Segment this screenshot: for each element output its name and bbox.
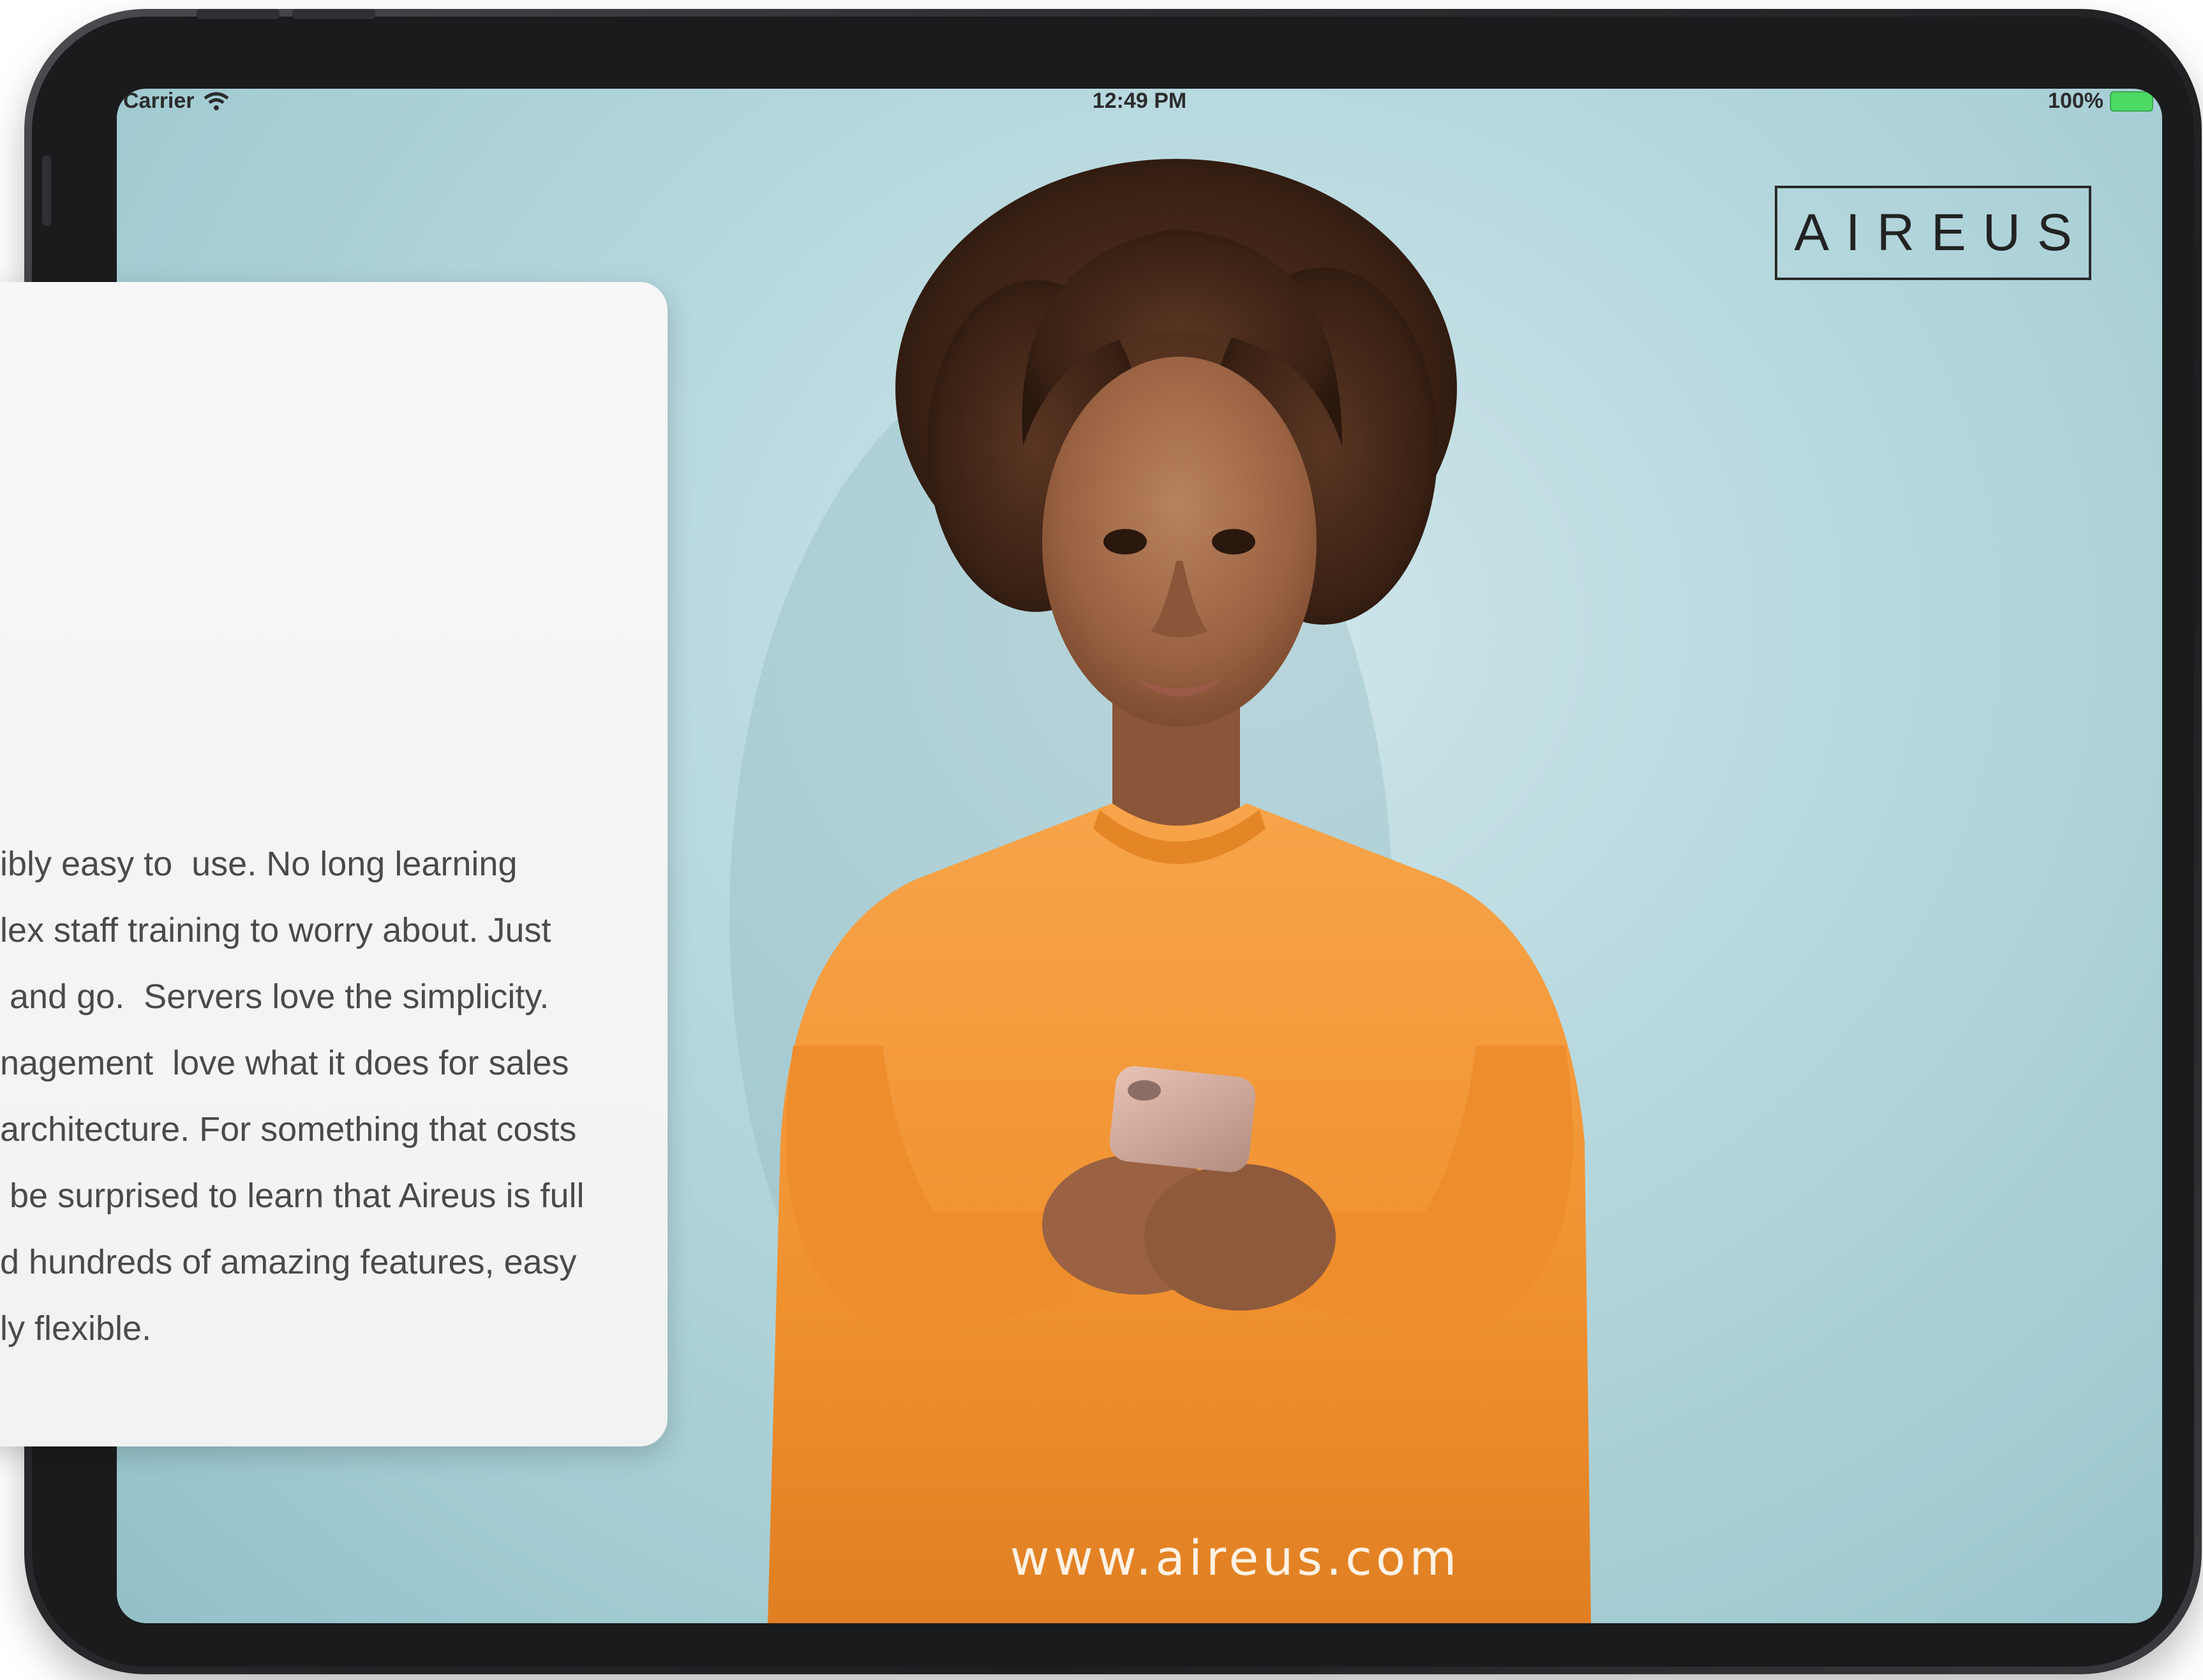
card-line: ibly easy to use. No long learning <box>0 845 518 883</box>
card-line: d hundreds of amazing features, easy <box>0 1243 577 1281</box>
info-card: ibly easy to use. No long learning lex s… <box>0 282 668 1446</box>
card-line: be surprised to learn that Aireus is ful… <box>0 1177 585 1215</box>
status-battery-group: 100% <box>2048 89 2153 114</box>
logo-text: AIREUS <box>1794 204 2089 262</box>
card-line: ly flexible. <box>0 1309 152 1348</box>
volume-down-button <box>292 9 375 19</box>
card-line: and go. Servers love the simplicity. <box>0 978 549 1016</box>
card-description: ibly easy to use. No long learning lex s… <box>0 831 668 1362</box>
volume-up-button <box>197 9 280 19</box>
battery-icon <box>2110 91 2153 112</box>
aireus-logo: AIREUS <box>1775 186 2091 280</box>
side-button <box>42 156 51 226</box>
battery-percent: 100% <box>2048 89 2103 113</box>
card-line: lex staff training to worry about. Just <box>0 911 551 949</box>
card-line: nagement love what it does for sales <box>0 1044 569 1082</box>
status-time: 12:49 PM <box>1092 89 1187 113</box>
website-url: www.aireus.com <box>1010 1529 1461 1586</box>
status-bar: Carrier 12:49 PM 100% <box>117 89 2162 114</box>
card-line: architecture. For something that costs <box>0 1110 577 1148</box>
page: Carrier 12:49 PM 100% AIREUS www.aireus.… <box>0 0 2203 1680</box>
